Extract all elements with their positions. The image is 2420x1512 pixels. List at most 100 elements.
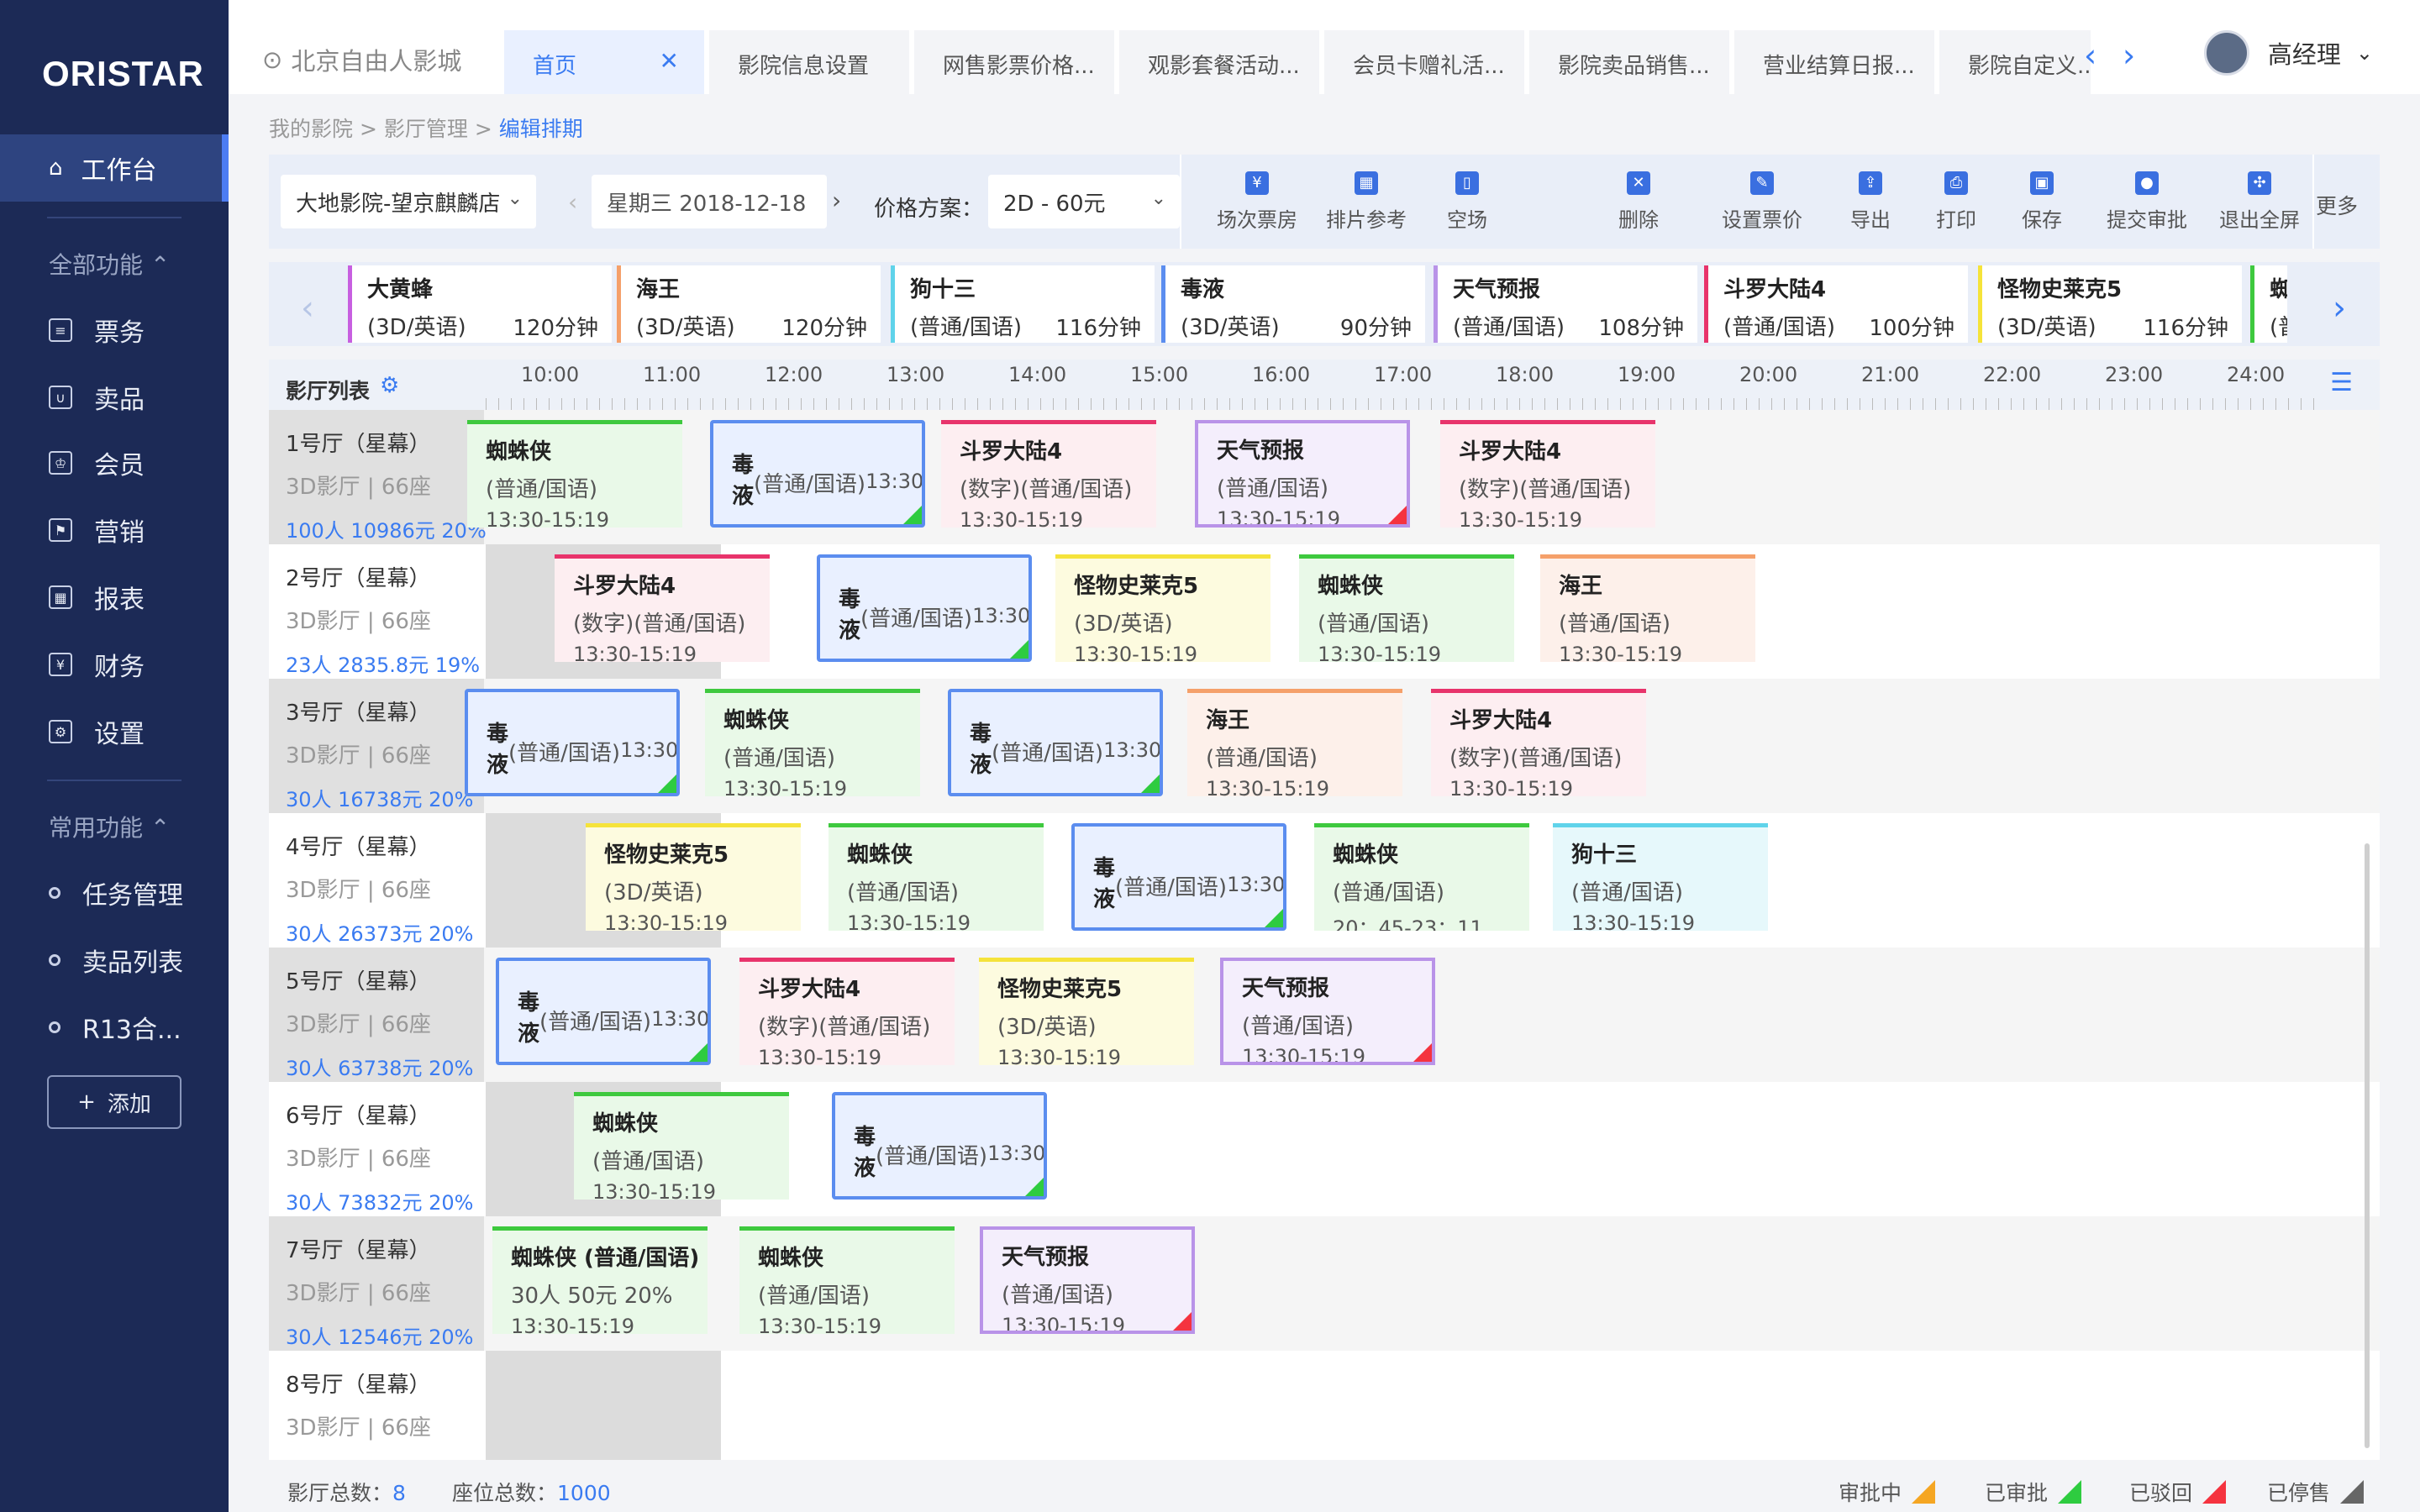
sidebar-item-member[interactable]: ♔ 会员: [49, 442, 145, 484]
tab-home[interactable]: 首页 ✕: [504, 30, 704, 94]
hall-info[interactable]: 6号厅（星幕） 3D影厅 | 66座 30人 73832元 20%: [269, 1082, 484, 1216]
tab-label: 影院信息设置: [738, 54, 870, 79]
common-item-r13[interactable]: R13合...: [49, 1006, 182, 1048]
chevron-left-icon[interactable]: ‹: [301, 289, 314, 328]
movie-card[interactable]: 斗罗大陆4 (普通/国语) 100分钟: [1704, 265, 1968, 343]
hall-info[interactable]: 5号厅（星幕） 3D影厅 | 66座 30人 63738元 20%: [269, 948, 484, 1082]
tab-custom[interactable]: 影院自定义...: [1939, 30, 2091, 94]
submit-approval-button[interactable]: ● 提交审批: [2097, 171, 2196, 233]
screening-block[interactable]: 蜘蛛侠 (普通/国语) 13:30-15:19: [1299, 554, 1514, 662]
screening-block[interactable]: 蜘蛛侠 (普通/国语) 13:30-15:19: [574, 1092, 789, 1200]
screening-block[interactable]: 斗罗大陆4 (数字)(普通/国语) 13:30-15:19: [739, 958, 955, 1065]
sidebar-item-ticket[interactable]: ≡ 票务: [49, 309, 145, 351]
screening-block[interactable]: 毒液(普通/国语)13:30-15:19: [710, 420, 925, 528]
screening-block[interactable]: 天气预报 (普通/国语) 13:30-15:19: [980, 1226, 1195, 1334]
hall-info[interactable]: 3号厅（星幕） 3D影厅 | 66座 30人 16738元 20%: [269, 679, 484, 813]
sidebar-item-settings[interactable]: ⚙ 设置: [49, 711, 145, 753]
screening-block[interactable]: 毒液(普通/国语)13:30-15:19: [832, 1092, 1047, 1200]
screening-block[interactable]: 蜘蛛侠 (普通/国语) 13:30-15:19: [829, 823, 1044, 931]
common-item-goods-list[interactable]: 卖品列表: [49, 939, 183, 981]
tab-online-price[interactable]: 网售影票价格...: [914, 30, 1114, 94]
hall-info[interactable]: 4号厅（星幕） 3D影厅 | 66座 30人 26373元 20%: [269, 813, 484, 948]
screening-block[interactable]: 蜘蛛侠 (普通/国语) 20：45-23：11: [1314, 823, 1529, 931]
movie-card[interactable]: 怪物史莱克5 (3D/英语) 116分钟: [1978, 265, 2242, 343]
screening-block[interactable]: 斗罗大陆4 (数字)(普通/国语) 13:30-15:19: [1431, 689, 1646, 796]
screening-block[interactable]: 怪物史莱克5 (3D/英语) 13:30-15:19: [1055, 554, 1270, 662]
movie-card[interactable]: 蜘 (普: [2250, 265, 2287, 343]
chevron-right-icon[interactable]: ›: [832, 186, 841, 214]
screening-block[interactable]: 蜘蛛侠 (普通/国语) 13:30-15:19: [467, 420, 682, 528]
empty-slot-button[interactable]: ▯ 空场: [1425, 171, 1509, 233]
chevron-left-icon[interactable]: ‹: [2084, 37, 2096, 74]
breadcrumb-item[interactable]: 影厅管理: [384, 117, 468, 141]
all-functions-toggle[interactable]: 全部功能 ⌃: [49, 247, 170, 281]
tab-goods-sales[interactable]: 影院卖品销售...: [1529, 30, 1729, 94]
tab-package[interactable]: 观影套餐活动...: [1119, 30, 1319, 94]
screening-block[interactable]: 斗罗大陆4 (数字)(普通/国语) 13:30-15:19: [1440, 420, 1655, 528]
screening-block[interactable]: 蜘蛛侠 (普通/国语) 13:30-15:19: [705, 689, 920, 796]
sidebar-item-finance[interactable]: ¥ 财务: [49, 643, 145, 685]
screening-block[interactable]: 天气预报 (普通/国语) 13:30-15:19: [1195, 420, 1410, 528]
delete-button[interactable]: ✕ 删除: [1597, 171, 1681, 233]
common-item-task[interactable]: 任务管理: [49, 872, 183, 914]
screening-block[interactable]: 海王 (普通/国语) 13:30-15:19: [1187, 689, 1402, 796]
sidebar-item-goods[interactable]: ∪ 卖品: [49, 376, 145, 418]
chevron-right-icon[interactable]: ›: [2123, 37, 2135, 74]
vertical-scrollbar[interactable]: [2365, 843, 2370, 1448]
chevron-left-icon[interactable]: ‹: [568, 188, 577, 216]
screening-block[interactable]: 狗十三 (普通/国语) 13:30-15:19: [1553, 823, 1768, 931]
price-plan-select[interactable]: 2D - 60元 ⌄: [988, 175, 1180, 228]
screening-block[interactable]: 毒液(普通/国语)13:30-15:19: [496, 958, 711, 1065]
set-price-button[interactable]: ✎ 设置票价: [1707, 171, 1817, 233]
screening-block[interactable]: 蜘蛛侠 (普通/国语) 30人 50元 20% 13:30-15:19: [492, 1226, 708, 1334]
schedule-ref-button[interactable]: ▦ 排片参考: [1316, 171, 1417, 233]
movie-card[interactable]: 天气预报 (普通/国语) 108分钟: [1434, 265, 1697, 343]
gear-icon[interactable]: ⚙: [380, 373, 399, 398]
adjust-icon[interactable]: ☰: [2330, 368, 2353, 397]
add-button[interactable]: + 添加: [47, 1075, 182, 1129]
nav-workbench[interactable]: ⌂ 工作台: [0, 134, 229, 202]
screening-block[interactable]: 斗罗大陆4 (数字)(普通/国语) 13:30-15:19: [555, 554, 770, 662]
screening-block[interactable]: 怪物史莱克5 (3D/英语) 13:30-15:19: [979, 958, 1194, 1065]
print-button[interactable]: ⎙ 打印: [1923, 171, 1990, 233]
exit-fullscreen-button[interactable]: ✣ 退出全屏: [2210, 171, 2309, 233]
hall-info[interactable]: 2号厅（星幕） 3D影厅 | 66座 23人 2835.8元 19%: [269, 544, 484, 679]
tab-member-gift[interactable]: 会员卡赠礼活...: [1324, 30, 1524, 94]
box-office-button[interactable]: ¥ 场次票房: [1207, 171, 1307, 233]
date-picker[interactable]: 星期三 2018-12-18: [592, 175, 827, 228]
screening-block[interactable]: 毒液(普通/国语)13:30-15:19: [1071, 823, 1286, 931]
export-button[interactable]: ⇪ 导出: [1837, 171, 1904, 233]
movie-card[interactable]: 大黄蜂 (3D/英语) 120分钟: [348, 265, 612, 343]
screening-block[interactable]: 蜘蛛侠 (普通/国语) 13:30-15:19: [739, 1226, 955, 1334]
tab-cinema-info[interactable]: 影院信息设置: [709, 30, 909, 94]
sidebar-item-marketing[interactable]: ⚑ 营销: [49, 509, 145, 551]
screening-block[interactable]: 毒液(普通/国语)13:30-15:19: [817, 554, 1032, 662]
screening-block[interactable]: 天气预报 (普通/国语) 13:30-15:19: [1220, 958, 1435, 1065]
user-menu[interactable]: 高经理 ⌄: [2203, 30, 2373, 76]
tab-daily-report[interactable]: 营业结算日报...: [1734, 30, 1934, 94]
screening-block[interactable]: 怪物史莱克5 (3D/英语) 13:30-15:19: [586, 823, 801, 931]
movie-card[interactable]: 毒液 (3D/英语) 90分钟: [1161, 265, 1425, 343]
chevron-right-icon[interactable]: ›: [2333, 289, 2346, 328]
close-icon[interactable]: ✕: [660, 47, 679, 75]
breadcrumb-item[interactable]: 我的影院: [269, 117, 353, 141]
screening-block[interactable]: 毒液(普通/国语)13:30-15:19: [948, 689, 1163, 796]
more-button[interactable]: 更多: [2316, 190, 2358, 220]
movie-duration: 116分钟: [2143, 316, 2228, 341]
common-functions-toggle[interactable]: 常用功能 ⌃: [49, 810, 170, 843]
cinema-select[interactable]: 大地影院-望京麒麟店 ⌄: [281, 175, 536, 228]
hall-info[interactable]: 8号厅（星幕） 3D影厅 | 66座 30人 12546元 20%: [269, 1351, 484, 1460]
save-button[interactable]: ▣ 保存: [2008, 171, 2075, 233]
sidebar-item-report[interactable]: ▦ 报表: [49, 576, 145, 618]
location-selector[interactable]: ⊙ 北京自由人影城: [262, 42, 461, 77]
movie-card[interactable]: 狗十三 (普通/国语) 116分钟: [891, 265, 1155, 343]
movie-card[interactable]: 海王 (3D/英语) 120分钟: [617, 265, 881, 343]
screening-time: 13:30-15:19: [1206, 777, 1329, 796]
screening-format: (普通/国语): [754, 471, 866, 497]
hall-info[interactable]: 1号厅（星幕） 3D影厅 | 66座 100人 10986元 20%: [269, 410, 487, 544]
screening-block[interactable]: 毒液(普通/国语)13:30-15:19: [465, 689, 680, 796]
sidebar-item-label: 会员: [94, 451, 145, 480]
hall-info[interactable]: 7号厅（星幕） 3D影厅 | 66座 30人 12546元 20%: [269, 1216, 484, 1351]
screening-block[interactable]: 斗罗大陆4 (数字)(普通/国语) 13:30-15:19: [941, 420, 1156, 528]
screening-block[interactable]: 海王 (普通/国语) 13:30-15:19: [1540, 554, 1755, 662]
